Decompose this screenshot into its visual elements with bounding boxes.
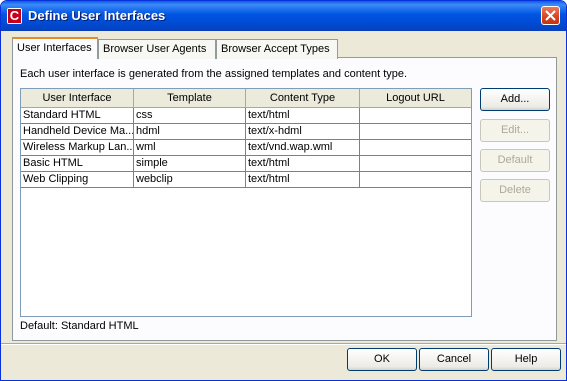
cell-logout-url [360, 140, 471, 156]
default-button[interactable]: Default [480, 149, 550, 172]
title-bar[interactable]: C Define User Interfaces [1, 1, 566, 31]
tab-browser-accept-types[interactable]: Browser Accept Types [216, 39, 338, 59]
edit-button[interactable]: Edit... [480, 119, 550, 142]
cell-template: css [134, 108, 246, 124]
description-text: Each user interface is generated from th… [20, 68, 408, 80]
cell-template: wml [134, 140, 246, 156]
column-header-logout-url[interactable]: Logout URL [360, 89, 471, 108]
cell-logout-url [360, 172, 471, 188]
ok-button[interactable]: OK [347, 348, 417, 371]
add-button[interactable]: Add... [480, 88, 550, 111]
window-title: Define User Interfaces [28, 8, 166, 23]
delete-button[interactable]: Delete [480, 179, 550, 202]
cell-user-interface: Web Clipping [21, 172, 134, 188]
table-row[interactable]: Wireless Markup Lan... wml text/vnd.wap.… [21, 140, 471, 156]
cancel-button[interactable]: Cancel [419, 348, 489, 371]
cell-logout-url [360, 156, 471, 172]
cell-template: webclip [134, 172, 246, 188]
tab-user-interfaces[interactable]: User Interfaces [12, 37, 98, 59]
cell-content-type: text/vnd.wap.wml [246, 140, 360, 156]
cell-user-interface: Basic HTML [21, 156, 134, 172]
column-header-content-type[interactable]: Content Type [246, 89, 360, 108]
table-row[interactable]: Web Clipping webclip text/html [21, 172, 471, 188]
footer-separator [1, 343, 566, 345]
close-button[interactable] [541, 6, 560, 25]
cell-logout-url [360, 108, 471, 124]
table-row[interactable]: Standard HTML css text/html [21, 108, 471, 124]
cell-user-interface: Handheld Device Ma... [21, 124, 134, 140]
tab-label: User Interfaces [17, 42, 92, 54]
dialog-window: C Define User Interfaces User Interfaces… [0, 0, 567, 381]
tab-browser-user-agents[interactable]: Browser User Agents [98, 39, 216, 59]
cell-logout-url [360, 124, 471, 140]
cell-user-interface: Wireless Markup Lan... [21, 140, 134, 156]
user-interfaces-table[interactable]: User Interface Template Content Type Log… [20, 88, 472, 317]
table-row[interactable]: Basic HTML simple text/html [21, 156, 471, 172]
table-row[interactable]: Handheld Device Ma... hdml text/x-hdml [21, 124, 471, 140]
column-header-user-interface[interactable]: User Interface [21, 89, 134, 108]
close-icon [545, 10, 556, 21]
cell-content-type: text/html [246, 156, 360, 172]
cell-user-interface: Standard HTML [21, 108, 134, 124]
cell-content-type: text/x-hdml [246, 124, 360, 140]
tab-label: Browser User Agents [103, 43, 207, 55]
column-header-template[interactable]: Template [134, 89, 246, 108]
cell-content-type: text/html [246, 108, 360, 124]
default-interface-label: Default: Standard HTML [20, 320, 139, 332]
cell-template: hdml [134, 124, 246, 140]
cell-template: simple [134, 156, 246, 172]
app-icon: C [7, 8, 22, 24]
help-button[interactable]: Help [491, 348, 561, 371]
tab-label: Browser Accept Types [221, 43, 330, 55]
cell-content-type: text/html [246, 172, 360, 188]
